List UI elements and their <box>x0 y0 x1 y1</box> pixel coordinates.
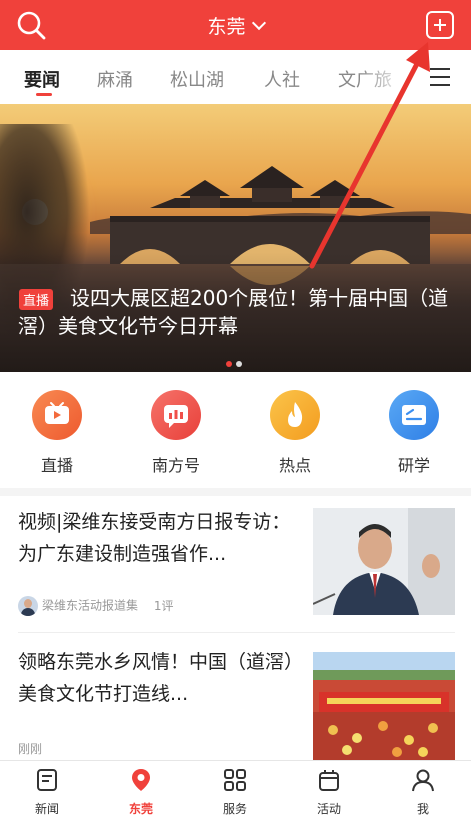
quick-link-label: 研学 <box>397 456 430 475</box>
grid-icon <box>224 769 246 791</box>
news-item[interactable]: 视频|梁维东接受南方日报专访：为广东建设制造强省作... 梁维东活动报道集 1评 <box>0 496 471 630</box>
carousel-dots <box>226 352 246 371</box>
news-divider <box>18 632 455 633</box>
tab-yaowen[interactable]: 要闻 <box>24 66 60 92</box>
news-thumbnail[interactable] <box>313 508 455 615</box>
quick-link-study[interactable]: 研学 <box>374 390 454 476</box>
bottom-nav: 新闻 东莞 服务 活动 我 <box>0 760 471 818</box>
quick-link-label: 直播 <box>40 456 73 475</box>
card-icon <box>389 390 439 440</box>
quick-link-label: 热点 <box>278 456 311 475</box>
city-selector[interactable]: 东莞 <box>0 12 471 39</box>
nav-services[interactable]: 服务 <box>188 767 282 817</box>
nav-me[interactable]: 我 <box>376 767 470 817</box>
chevron-down-icon <box>251 15 266 31</box>
tab-mayong[interactable]: 麻涌 <box>97 66 133 92</box>
carousel-dot-active[interactable] <box>226 361 232 367</box>
banner-title[interactable]: 设四大展区超200个展位！第十届中国（道滘）美食文化节今日开幕 <box>18 284 458 340</box>
nav-label: 我 <box>416 802 429 816</box>
nav-label: 服务 <box>222 802 247 816</box>
nav-activities[interactable]: 活动 <box>282 767 376 817</box>
top-header: 东莞 <box>0 0 471 50</box>
hero-banner[interactable]: 设四大展区超200个展位！第十届中国（道滘）美食文化节今日开幕 直播 <box>0 104 471 372</box>
nav-label: 东莞 <box>128 802 153 816</box>
nav-label: 新闻 <box>34 802 59 816</box>
carousel-dot[interactable] <box>236 361 242 367</box>
calendar-icon <box>319 770 339 791</box>
flame-icon <box>270 390 320 440</box>
comment-count: 1评 <box>153 598 174 613</box>
tv-icon <box>32 390 82 440</box>
news-source[interactable]: 梁维东活动报道集 <box>42 599 138 613</box>
quick-link-hotspot[interactable]: 热点 <box>255 390 335 476</box>
news-time: 刚刚 <box>18 742 43 756</box>
news-thumbnail[interactable] <box>313 652 455 760</box>
news-icon <box>37 769 57 791</box>
nav-dongguan[interactable]: 东莞 <box>94 767 188 817</box>
news-meta: 梁维东活动报道集 1评 <box>18 596 173 616</box>
active-tab-indicator <box>36 93 52 96</box>
avatar[interactable] <box>18 596 38 616</box>
news-title[interactable]: 领略东莞水乡风情！中国（道滘）美食文化节打造线... <box>18 646 303 710</box>
add-icon[interactable] <box>426 11 454 39</box>
quick-link-live[interactable]: 直播 <box>17 390 97 476</box>
nav-news[interactable]: 新闻 <box>0 767 94 817</box>
menu-icon[interactable] <box>430 68 450 86</box>
quick-link-label: 南方号 <box>151 456 200 475</box>
news-title[interactable]: 视频|梁维东接受南方日报专访：为广东建设制造强省作... <box>18 506 303 570</box>
location-pin-icon <box>132 769 150 791</box>
quick-link-nanfanghao[interactable]: 南方号 <box>136 390 216 476</box>
news-item[interactable]: 领略东莞水乡风情！中国（道滘）美食文化节打造线... 刚刚 <box>0 640 471 760</box>
tabs-fade <box>360 50 420 104</box>
city-label: 东莞 <box>207 16 246 38</box>
chart-bubble-icon <box>151 390 201 440</box>
tab-songshanhu[interactable]: 松山湖 <box>170 66 224 92</box>
tab-renshe[interactable]: 人社 <box>264 66 300 92</box>
quick-links: 直播 南方号 热点 研学 <box>0 372 471 488</box>
live-badge: 直播 <box>19 289 54 310</box>
nav-label: 活动 <box>316 802 341 816</box>
user-icon <box>412 769 434 792</box>
channel-tabs: 要闻 麻涌 松山湖 人社 文广旅 <box>0 50 471 104</box>
section-divider <box>0 488 471 496</box>
